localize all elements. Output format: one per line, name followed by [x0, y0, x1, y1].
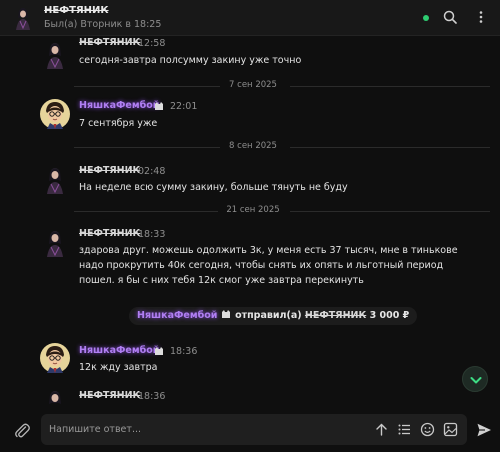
send-icon[interactable] — [476, 422, 492, 438]
message-author[interactable]: НЕФТЯНИК — [79, 37, 140, 48]
message-time: 02:48 — [138, 166, 166, 177]
search-icon[interactable] — [443, 10, 457, 24]
message[interactable]: НяшкаФембой 22:01 7 сентября уже — [0, 98, 500, 138]
message-author[interactable]: НЕФТЯНИК — [79, 390, 140, 401]
avatar[interactable] — [40, 39, 70, 69]
date-separator: 21 сен 2025 — [0, 205, 500, 217]
composer-bar — [0, 408, 500, 452]
cat-icon — [154, 346, 164, 356]
date-label: 7 сен 2025 — [221, 80, 285, 90]
message-text: 12к жду завтра — [79, 362, 158, 373]
message[interactable]: НЕФТЯНИК 02:48 На неделе всю сумму закин… — [0, 161, 500, 199]
message-time: 22:01 — [170, 101, 198, 112]
avatar[interactable] — [40, 227, 70, 257]
message[interactable]: НЕФТЯНИК 18:33 здарова друг. можешь одол… — [0, 224, 500, 294]
message-input-box[interactable] — [41, 414, 467, 445]
transfer-sender[interactable]: НяшкаФембой — [137, 310, 217, 321]
last-seen-status: Был(а) Вторник в 18:25 — [44, 19, 162, 30]
cat-icon — [154, 101, 164, 111]
message-input[interactable] — [49, 422, 349, 437]
message-text: сегодня-завтра полсумму закину уже точно — [79, 55, 302, 66]
message-author[interactable]: НЕФТЯНИК — [79, 165, 140, 176]
image-icon[interactable] — [443, 422, 458, 437]
chat-title[interactable]: НЕФТЯНИК — [44, 5, 109, 16]
transfer-amount: 3 000 ₽ — [369, 310, 410, 321]
message-time: 18:33 — [138, 229, 166, 240]
message-text: На неделе всю сумму закину, больше тянут… — [79, 182, 348, 193]
transfer-action: отправил(а) — [235, 310, 302, 321]
message-author[interactable]: НяшкаФембой — [79, 345, 159, 356]
transfer-recipient[interactable]: НЕФТЯНИК — [305, 310, 366, 321]
avatar[interactable] — [40, 343, 70, 373]
message-time: 12:58 — [138, 38, 166, 49]
cat-icon — [221, 309, 232, 319]
avatar[interactable] — [40, 99, 70, 129]
date-label: 21 сен 2025 — [218, 205, 288, 215]
date-separator: 7 сен 2025 — [0, 80, 500, 92]
online-indicator — [423, 15, 429, 21]
chat-header: НЕФТЯНИК Был(а) Вторник в 18:25 — [0, 0, 500, 36]
scroll-to-bottom-button[interactable] — [462, 366, 488, 392]
message-text: 7 сентября уже — [79, 118, 158, 129]
avatar[interactable] — [40, 164, 70, 194]
arrow-up-icon[interactable] — [374, 422, 389, 437]
emoji-icon[interactable] — [420, 422, 435, 437]
format-list-icon[interactable] — [397, 422, 412, 437]
more-menu-icon[interactable] — [474, 10, 488, 24]
contact-avatar[interactable] — [10, 4, 36, 30]
paperclip-icon[interactable] — [13, 421, 31, 439]
date-label: 8 сен 2025 — [221, 141, 285, 151]
chevron-down-icon — [470, 377, 482, 384]
message[interactable]: НЕФТЯНИК 12:58 сегодня-завтра полсумму з… — [0, 36, 500, 70]
money-transfer-notice: НяшкаФембой отправил(а) НЕФТЯНИК 3 000 ₽ — [129, 307, 418, 325]
message-time: 18:36 — [138, 391, 166, 402]
message-author[interactable]: НяшкаФембой — [79, 100, 159, 111]
message[interactable]: НЕФТЯНИК 18:36 — [0, 385, 500, 407]
message-text: здарова друг. можешь одолжить 3к, у меня… — [79, 245, 458, 286]
message[interactable]: НяшкаФембой 18:36 12к жду завтра — [0, 341, 500, 381]
avatar[interactable] — [40, 387, 70, 407]
message-time: 18:36 — [170, 346, 198, 357]
message-author[interactable]: НЕФТЯНИК — [79, 228, 140, 239]
date-separator: 8 сен 2025 — [0, 141, 500, 153]
